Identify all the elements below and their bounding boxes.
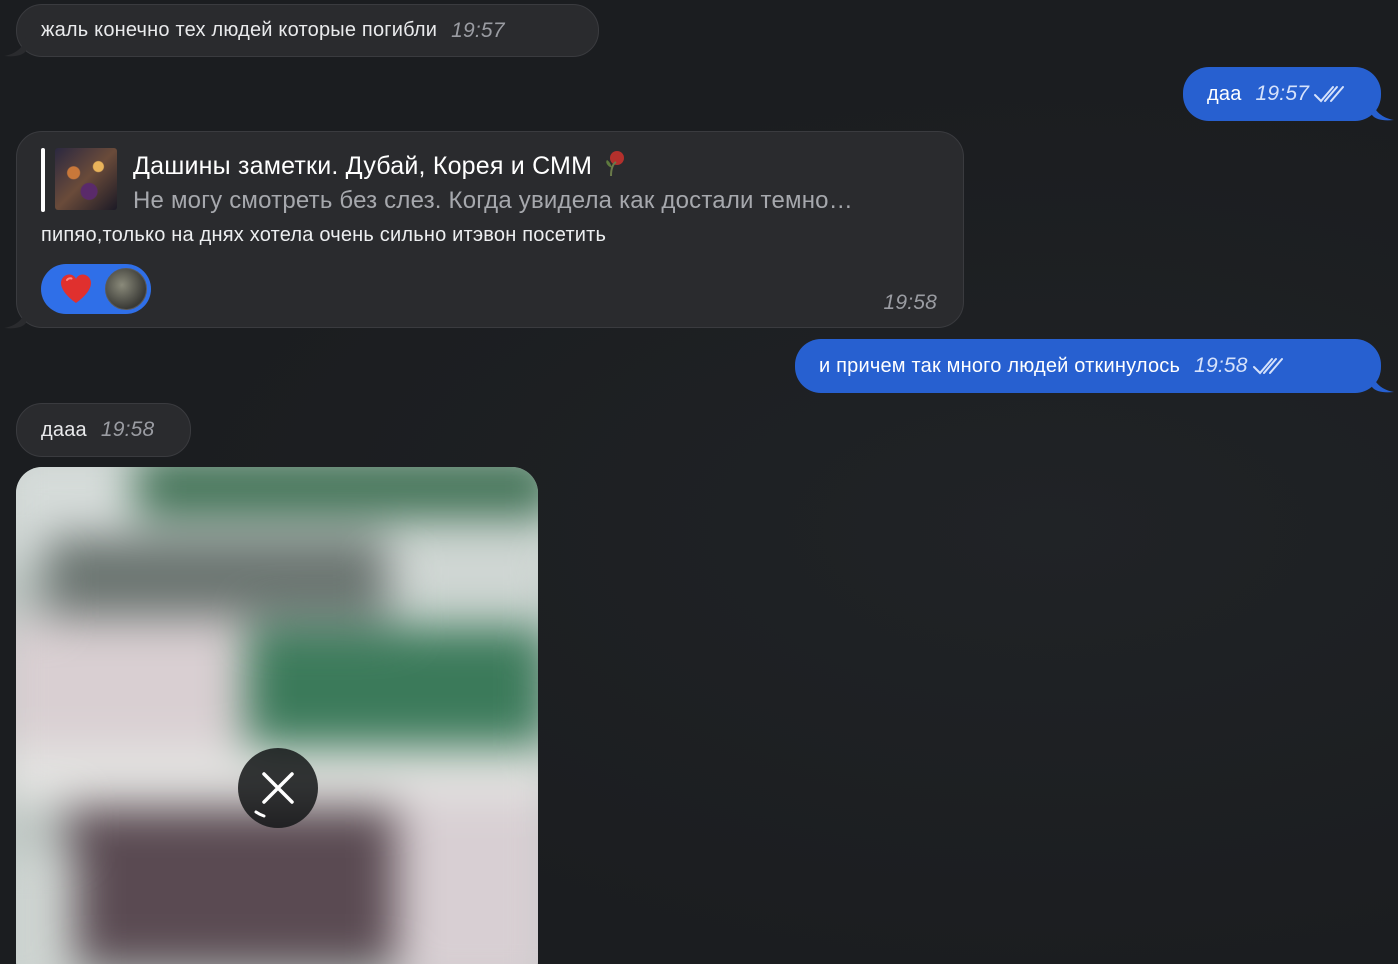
heart-icon bbox=[61, 274, 91, 303]
reply-snippet: Не могу смотреть без слез. Когда увидела… bbox=[133, 187, 853, 214]
message-outgoing[interactable]: и причем так много людей откинулось 19:5… bbox=[795, 339, 1381, 393]
message-time: 19:58 bbox=[1194, 354, 1248, 377]
bubble-tail bbox=[1372, 373, 1394, 393]
rose-icon bbox=[606, 151, 625, 177]
bubble-tail bbox=[4, 37, 26, 57]
reply-title: Дашины заметки. Дубай, Корея и СММ bbox=[133, 148, 853, 183]
message-text: даа bbox=[1207, 82, 1242, 105]
close-icon bbox=[254, 772, 294, 818]
message-text: пипяо,только на днях хотела очень сильно… bbox=[41, 224, 607, 246]
reactions-pill[interactable] bbox=[41, 264, 151, 314]
message-text: жаль конечно тех людей которые погибли bbox=[41, 19, 438, 41]
media-image-message[interactable] bbox=[16, 467, 538, 964]
message-time: 19:58 bbox=[883, 291, 937, 314]
cancel-download-button[interactable] bbox=[238, 748, 318, 828]
read-checkmarks-icon bbox=[1314, 86, 1345, 103]
message-time: 19:57 bbox=[451, 18, 505, 42]
message-text: дааа bbox=[41, 418, 87, 441]
message-text: и причем так много людей откинулось bbox=[819, 354, 1181, 377]
read-checkmarks-icon bbox=[1252, 358, 1283, 375]
message-incoming[interactable]: жаль конечно тех людей которые погибли 1… bbox=[16, 4, 599, 57]
bubble-tail bbox=[4, 309, 26, 329]
message-outgoing[interactable]: даа 19:57 bbox=[1183, 67, 1381, 121]
reply-thumbnail bbox=[55, 148, 117, 210]
blurred-preview bbox=[16, 467, 538, 964]
reply-bar bbox=[41, 148, 45, 212]
message-incoming-reply[interactable]: Дашины заметки. Дубай, Корея и СММ Не мо… bbox=[16, 131, 964, 328]
reply-preview[interactable]: Дашины заметки. Дубай, Корея и СММ Не мо… bbox=[41, 148, 853, 219]
message-time: 19:58 bbox=[100, 418, 155, 441]
reactor-avatar bbox=[105, 268, 147, 310]
chat-history: жаль конечно тех людей которые погибли 1… bbox=[0, 0, 1398, 964]
message-time: 19:57 bbox=[1255, 82, 1310, 105]
message-incoming[interactable]: дааа 19:58 bbox=[16, 403, 191, 457]
bubble-tail bbox=[1372, 101, 1394, 121]
